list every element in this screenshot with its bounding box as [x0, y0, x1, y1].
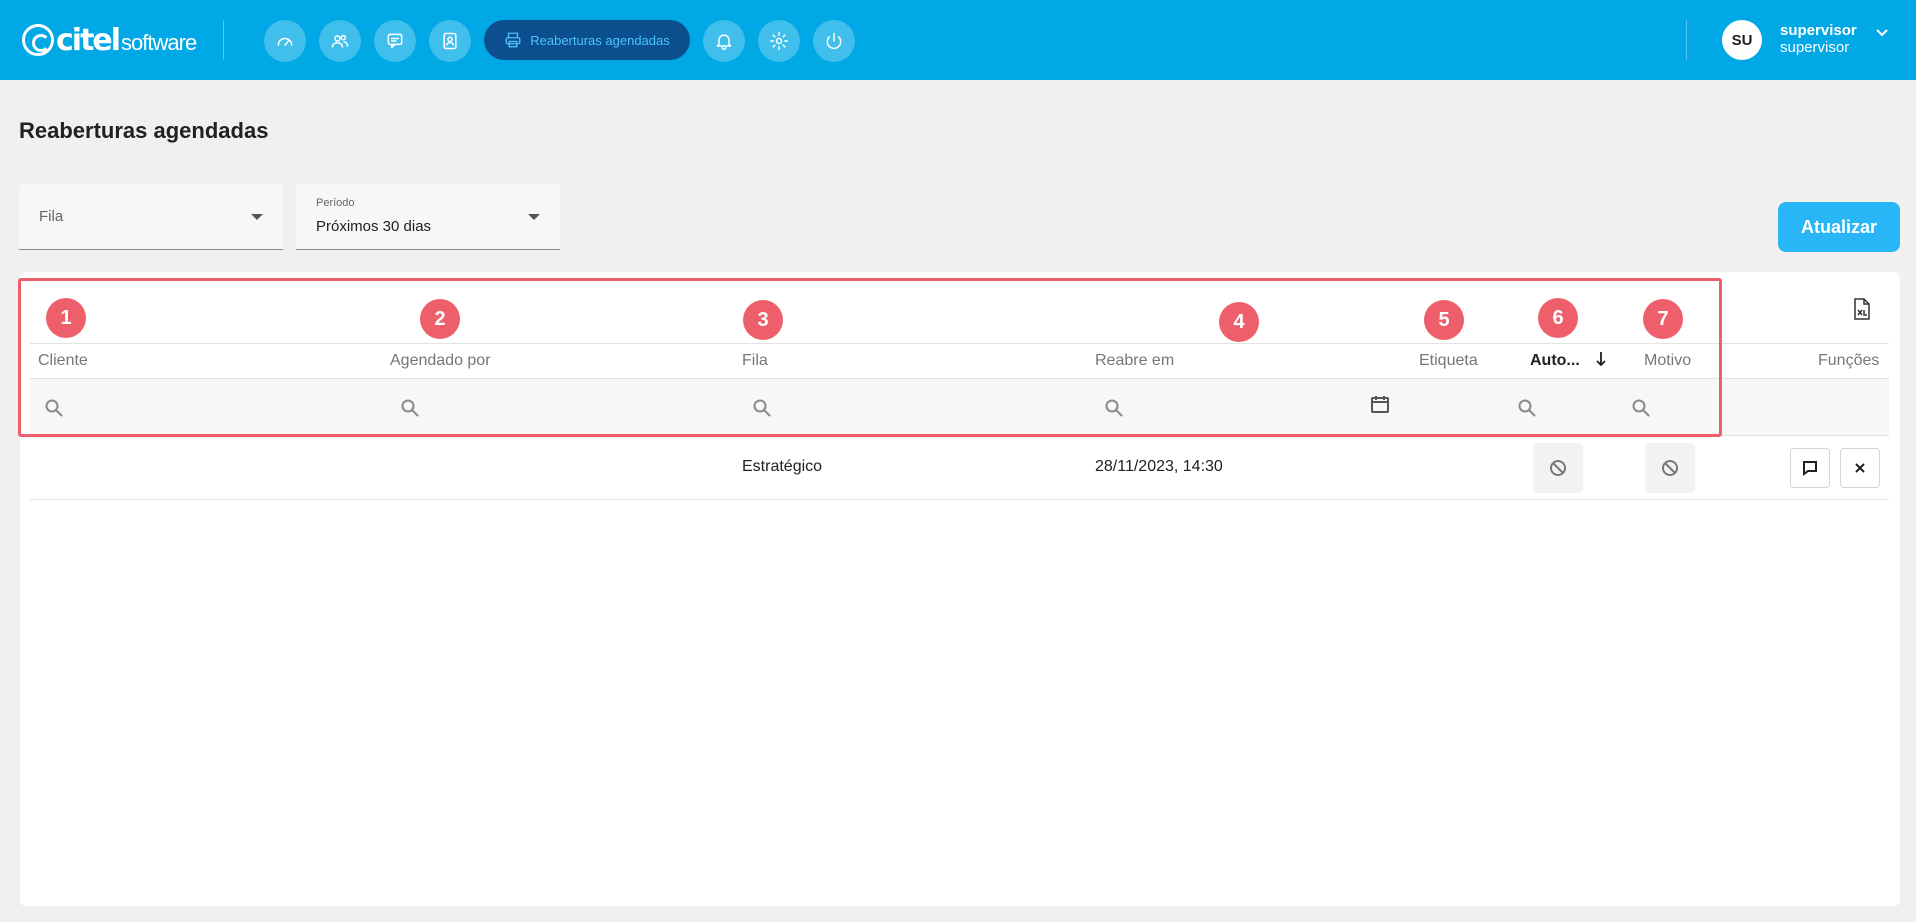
column-header-fila[interactable]: Fila	[742, 352, 768, 370]
dropdown-arrow-icon	[251, 214, 263, 220]
avatar[interactable]: SU	[1722, 20, 1762, 60]
column-header-automatico[interactable]: Auto...	[1530, 352, 1580, 370]
chevron-down-icon	[1876, 29, 1888, 37]
refresh-button[interactable]: Atualizar	[1778, 202, 1900, 252]
cell-automatico-toggle[interactable]	[1533, 443, 1583, 493]
periodo-select-value: Próximos 30 dias	[316, 218, 432, 235]
filter-reabre-em-search[interactable]	[1104, 398, 1124, 418]
page-title: Reaberturas agendadas	[19, 118, 269, 143]
annotation-badge-6: 6	[1538, 298, 1578, 338]
comment-button[interactable]	[1790, 448, 1830, 488]
contacts-icon	[443, 32, 457, 50]
nav-users-button[interactable]	[319, 20, 361, 62]
filter-row	[30, 379, 1889, 435]
block-icon	[1662, 460, 1678, 476]
annotation-badge-2: 2	[420, 299, 460, 339]
annotation-badge-1: 1	[46, 298, 86, 338]
table-divider	[30, 435, 1889, 436]
periodo-select[interactable]: Período Próximos 30 dias	[296, 184, 560, 250]
comment-icon	[1803, 461, 1817, 476]
nav-notifications-button[interactable]	[703, 20, 745, 62]
annotation-badge-5: 5	[1424, 300, 1464, 340]
column-header-motivo[interactable]: Motivo	[1644, 352, 1691, 370]
cancel-button[interactable]	[1840, 448, 1880, 488]
nav-dashboard-button[interactable]	[264, 20, 306, 62]
user-role: supervisor	[1780, 39, 1850, 56]
table-divider	[30, 343, 1889, 344]
printer-icon	[505, 32, 521, 48]
citel-logo[interactable]: citel software	[22, 22, 197, 58]
dropdown-arrow-icon	[528, 214, 540, 220]
filter-fila-search[interactable]	[752, 398, 772, 418]
sort-desc-icon[interactable]	[1594, 350, 1608, 368]
cell-motivo-toggle[interactable]	[1645, 443, 1695, 493]
search-icon	[1105, 399, 1123, 417]
annotation-badge-4: 4	[1219, 302, 1259, 342]
periodo-select-label: Período	[316, 197, 355, 209]
power-icon	[826, 32, 842, 50]
search-icon	[45, 399, 63, 417]
filter-reabre-em-calendar[interactable]	[1370, 394, 1390, 414]
filter-motivo-search[interactable]	[1631, 398, 1651, 418]
user-menu-toggle[interactable]	[1874, 24, 1890, 40]
export-button[interactable]	[1852, 298, 1872, 320]
chat-icon	[387, 33, 403, 49]
nav-chat-button[interactable]	[374, 20, 416, 62]
column-header-reabre-em[interactable]: Reabre em	[1095, 352, 1174, 370]
logo-mark-icon	[22, 24, 54, 56]
logo-sub-text: software	[121, 30, 197, 55]
fila-select[interactable]: Fila	[19, 184, 283, 250]
cell-reabre-em: 28/11/2023, 14:30	[1095, 458, 1223, 475]
column-header-agendado-por[interactable]: Agendado por	[390, 352, 491, 370]
divider	[1686, 20, 1687, 60]
column-header-etiqueta[interactable]: Etiqueta	[1419, 352, 1478, 370]
logo-main-text: citel	[56, 22, 121, 58]
nav-contacts-button[interactable]	[429, 20, 471, 62]
user-name: supervisor	[1780, 22, 1857, 39]
close-icon	[1855, 463, 1865, 473]
filter-automatico-search[interactable]	[1517, 398, 1537, 418]
search-icon	[1632, 399, 1650, 417]
search-icon	[401, 399, 419, 417]
nav-reaberturas-button[interactable]: Reaberturas agendadas	[484, 20, 690, 60]
calendar-icon	[1371, 396, 1389, 413]
gauge-icon	[277, 37, 293, 46]
block-icon	[1550, 460, 1566, 476]
nav-reaberturas-label: Reaberturas agendadas	[530, 32, 670, 48]
arrow-down-icon	[1596, 352, 1606, 367]
table-divider	[30, 499, 1889, 500]
column-header-cliente[interactable]: Cliente	[38, 352, 88, 370]
annotation-badge-3: 3	[743, 300, 783, 340]
divider	[223, 20, 224, 60]
cell-fila: Estratégico	[742, 458, 823, 475]
nav-settings-button[interactable]	[758, 20, 800, 62]
users-icon	[331, 34, 349, 48]
annotation-badge-7: 7	[1643, 299, 1683, 339]
gear-icon	[769, 31, 789, 51]
column-header-funcoes: Funções	[1818, 352, 1880, 369]
top-bar: citel software Reaberturas agendadas SU …	[0, 0, 1916, 80]
search-icon	[1518, 399, 1536, 417]
nav-logout-button[interactable]	[813, 20, 855, 62]
filter-agendado-por-search[interactable]	[400, 398, 420, 418]
bell-icon	[716, 34, 732, 51]
filter-cliente-search[interactable]	[44, 398, 64, 418]
search-icon	[753, 399, 771, 417]
table-card	[20, 272, 1900, 906]
fila-select-placeholder: Fila	[39, 208, 64, 225]
export-file-icon	[1854, 298, 1870, 320]
